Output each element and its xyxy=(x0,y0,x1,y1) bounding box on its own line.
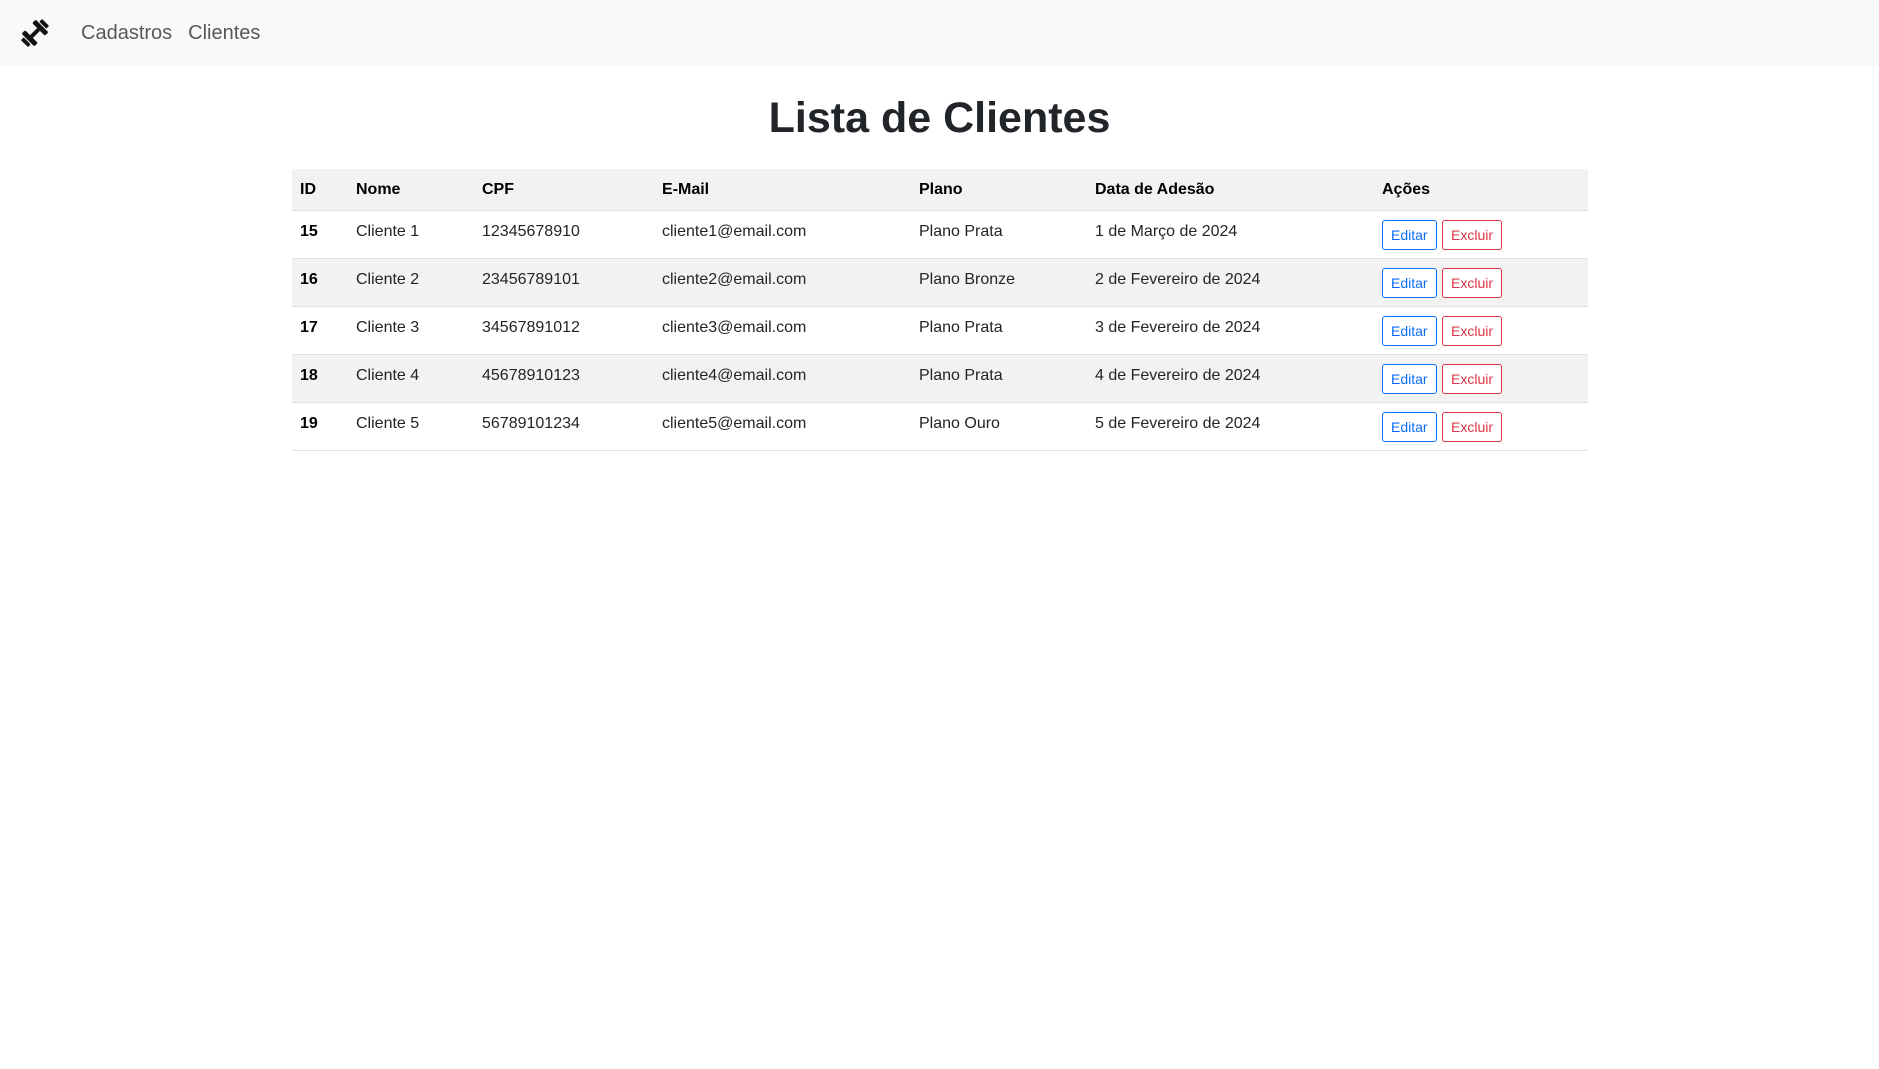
cell-nome-text: Cliente 5 xyxy=(356,414,420,432)
cell-email: cliente4@email.com xyxy=(654,354,911,403)
clients-table-container: ID Nome CPF E-Mail Plano Data de Adesão … xyxy=(292,169,1588,451)
cell-nome: Cliente 3 xyxy=(348,306,474,355)
cell-nome: Cliente 5 xyxy=(348,402,474,451)
table-row: 18 Cliente 4 45678910123 cliente4@email.… xyxy=(292,354,1588,403)
cell-data-adesao: 2 de Fevereiro de 2024 xyxy=(1087,258,1374,307)
cell-acoes: Editar Excluir xyxy=(1374,210,1588,259)
cell-email-text: cliente1@email.com xyxy=(662,222,807,240)
table-row: 15 Cliente 1 12345678910 cliente1@email.… xyxy=(292,210,1588,259)
cell-email: cliente5@email.com xyxy=(654,402,911,451)
edit-button[interactable]: Editar xyxy=(1382,411,1437,442)
column-header-acoes: Ações xyxy=(1374,169,1588,211)
cell-nome: Cliente 2 xyxy=(348,258,474,307)
clients-table: ID Nome CPF E-Mail Plano Data de Adesão … xyxy=(292,169,1588,451)
edit-button[interactable]: Editar xyxy=(1382,267,1437,298)
cell-acoes: Editar Excluir xyxy=(1374,258,1588,307)
edit-button[interactable]: Editar xyxy=(1382,363,1437,394)
cell-id-text: 15 xyxy=(300,222,318,240)
cell-id-text: 17 xyxy=(300,318,318,336)
table-header-row: ID Nome CPF E-Mail Plano Data de Adesão … xyxy=(292,169,1588,211)
cell-id: 17 xyxy=(292,306,348,355)
column-header-id: ID xyxy=(292,169,348,211)
navbar: Cadastros Clientes xyxy=(0,0,1879,66)
cell-plano-text: Plano Prata xyxy=(919,366,1003,384)
edit-button[interactable]: Editar xyxy=(1382,315,1437,346)
table-row: 17 Cliente 3 34567891012 cliente3@email.… xyxy=(292,306,1588,355)
cell-acoes: Editar Excluir xyxy=(1374,402,1588,451)
cell-id: 16 xyxy=(292,258,348,307)
cell-acoes: Editar Excluir xyxy=(1374,306,1588,355)
cell-cpf-text: 34567891012 xyxy=(482,318,580,336)
cell-data-text: 4 de Fevereiro de 2024 xyxy=(1095,366,1261,384)
delete-button[interactable]: Excluir xyxy=(1442,411,1503,442)
cell-cpf: 34567891012 xyxy=(474,306,654,355)
column-header-email: E-Mail xyxy=(654,169,911,211)
delete-button[interactable]: Excluir xyxy=(1442,219,1503,250)
page-title: Lista de Clientes xyxy=(768,94,1111,142)
cell-cpf: 12345678910 xyxy=(474,210,654,259)
cell-plano-text: Plano Prata xyxy=(919,222,1003,240)
cell-data-adesao: 1 de Março de 2024 xyxy=(1087,210,1374,259)
cell-plano: Plano Prata xyxy=(911,354,1087,403)
cell-email: cliente1@email.com xyxy=(654,210,911,259)
cell-data-adesao: 4 de Fevereiro de 2024 xyxy=(1087,354,1374,403)
cell-id: 18 xyxy=(292,354,348,403)
cell-data-adesao: 3 de Fevereiro de 2024 xyxy=(1087,306,1374,355)
cell-data-adesao: 5 de Fevereiro de 2024 xyxy=(1087,402,1374,451)
cell-id-text: 19 xyxy=(300,414,318,432)
cell-email: cliente3@email.com xyxy=(654,306,911,355)
delete-button[interactable]: Excluir xyxy=(1442,315,1503,346)
delete-button[interactable]: Excluir xyxy=(1442,267,1503,298)
cell-nome-text: Cliente 1 xyxy=(356,222,420,240)
cell-plano-text: Plano Bronze xyxy=(919,270,1016,288)
cell-cpf-text: 45678910123 xyxy=(482,366,580,384)
cell-data-text: 2 de Fevereiro de 2024 xyxy=(1095,270,1261,288)
edit-button[interactable]: Editar xyxy=(1382,219,1437,250)
column-header-nome: Nome xyxy=(348,169,474,211)
cell-acoes: Editar Excluir xyxy=(1374,354,1588,403)
nav-link-cadastros[interactable]: Cadastros xyxy=(81,0,172,66)
cell-nome-text: Cliente 4 xyxy=(356,366,420,384)
delete-button[interactable]: Excluir xyxy=(1442,363,1503,394)
cell-nome-text: Cliente 3 xyxy=(356,318,420,336)
table-row: 16 Cliente 2 23456789101 cliente2@email.… xyxy=(292,258,1588,307)
cell-cpf-text: 56789101234 xyxy=(482,414,580,432)
cell-id: 15 xyxy=(292,210,348,259)
cell-plano-text: Plano Ouro xyxy=(919,414,1000,432)
cell-nome: Cliente 1 xyxy=(348,210,474,259)
cell-email-text: cliente5@email.com xyxy=(662,414,807,432)
cell-id-text: 18 xyxy=(300,366,318,384)
column-header-plano: Plano xyxy=(911,169,1087,211)
column-header-data-adesao: Data de Adesão xyxy=(1087,169,1374,211)
cell-cpf: 23456789101 xyxy=(474,258,654,307)
cell-email: cliente2@email.com xyxy=(654,258,911,307)
nav-link-clientes[interactable]: Clientes xyxy=(188,0,260,66)
cell-email-text: cliente3@email.com xyxy=(662,318,807,336)
cell-email-text: cliente4@email.com xyxy=(662,366,807,384)
cell-data-text: 5 de Fevereiro de 2024 xyxy=(1095,414,1261,432)
cell-email-text: cliente2@email.com xyxy=(662,270,807,288)
cell-cpf-text: 12345678910 xyxy=(482,222,580,240)
cell-id-text: 16 xyxy=(300,270,318,288)
dumbbell-icon[interactable] xyxy=(18,16,52,50)
cell-plano: Plano Prata xyxy=(911,210,1087,259)
cell-plano-text: Plano Prata xyxy=(919,318,1003,336)
column-header-cpf: CPF xyxy=(474,169,654,211)
cell-plano: Plano Ouro xyxy=(911,402,1087,451)
cell-id: 19 xyxy=(292,402,348,451)
table-row: 19 Cliente 5 56789101234 cliente5@email.… xyxy=(292,402,1588,451)
cell-data-text: 1 de Março de 2024 xyxy=(1095,222,1238,240)
cell-plano: Plano Bronze xyxy=(911,258,1087,307)
cell-data-text: 3 de Fevereiro de 2024 xyxy=(1095,318,1261,336)
cell-cpf: 45678910123 xyxy=(474,354,654,403)
cell-plano: Plano Prata xyxy=(911,306,1087,355)
cell-nome: Cliente 4 xyxy=(348,354,474,403)
cell-nome-text: Cliente 2 xyxy=(356,270,420,288)
cell-cpf-text: 23456789101 xyxy=(482,270,580,288)
cell-cpf: 56789101234 xyxy=(474,402,654,451)
